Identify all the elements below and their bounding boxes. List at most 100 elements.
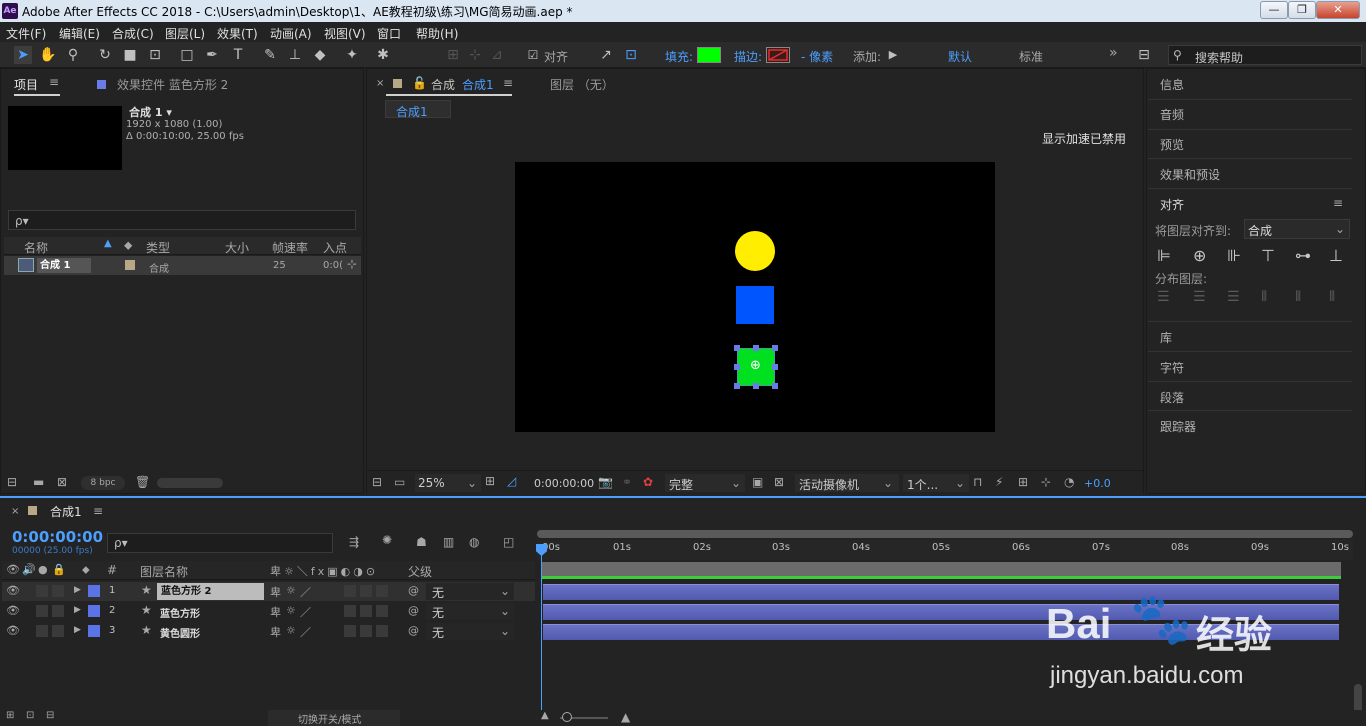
menu-window[interactable]: 窗口 xyxy=(377,25,401,42)
motion-blur-switch[interactable] xyxy=(344,625,356,637)
parent-select[interactable]: 无 ⌄ xyxy=(426,583,514,600)
world-axis-icon[interactable]: ⊹ xyxy=(466,46,484,64)
project-row-comp1[interactable]: 合成 1 合成 25 0:0( ⊹ xyxy=(4,256,361,275)
panel-align[interactable]: 对齐 xyxy=(1160,196,1184,213)
comp-name[interactable]: 合成 1 ▾ xyxy=(129,104,172,120)
adjustment-switch[interactable] xyxy=(360,605,372,617)
col-in[interactable]: 入点 xyxy=(323,239,347,256)
quality-switch-icon[interactable]: ／ xyxy=(300,604,311,620)
timeline-menu-icon[interactable]: ≡ xyxy=(93,504,103,518)
resolution-select[interactable]: 完整 ⌄ xyxy=(665,474,745,492)
time-ruler[interactable]: 00s 01s 02s 03s 04s 05s 06s 07s 08s 09s … xyxy=(537,540,1353,560)
lock-switch[interactable] xyxy=(52,585,64,597)
interpret-footage-icon[interactable]: ⊟ xyxy=(7,475,17,489)
toggle-pixel-aspect-icon[interactable]: ⊓ xyxy=(973,475,982,489)
layer-tab[interactable]: 图层 （无） xyxy=(550,76,614,93)
3d-switch[interactable] xyxy=(376,625,388,637)
layer-name[interactable]: 蓝色方形 2 xyxy=(157,583,264,600)
collapse-switch-icon[interactable]: ☼ xyxy=(286,604,296,617)
workspace-default[interactable]: 默认 xyxy=(948,48,972,65)
layer-name[interactable]: 黄色圆形 xyxy=(160,625,200,640)
lock-icon[interactable]: 🔓 xyxy=(412,76,427,90)
align-top-icon[interactable]: ⊤ xyxy=(1261,246,1275,265)
pen-tool-icon[interactable]: ✒ xyxy=(203,46,221,64)
snap-features-icon[interactable]: ⊡ xyxy=(622,46,640,64)
new-comp-icon[interactable]: ⊠ xyxy=(57,475,67,489)
fill-color-swatch[interactable] xyxy=(697,47,721,63)
layer-label-color[interactable] xyxy=(88,605,100,617)
distribute-bottom-icon[interactable]: ☰ xyxy=(1227,289,1240,305)
add-play-icon[interactable]: ▶ xyxy=(884,46,902,64)
project-search-input[interactable]: ρ▾ xyxy=(8,210,356,230)
zoom-out-icon[interactable]: ▲ xyxy=(541,710,549,721)
align-checkbox-icon[interactable]: ☑ xyxy=(524,46,542,64)
menu-edit[interactable]: 编辑(E) xyxy=(59,25,100,42)
handle-b[interactable] xyxy=(753,383,759,389)
camera-tool-icon[interactable]: ■ xyxy=(121,46,139,64)
close-button[interactable]: ✕ xyxy=(1316,1,1360,19)
panel-preview[interactable]: 预览 xyxy=(1160,136,1184,153)
zoom-slider-thumb[interactable] xyxy=(562,712,572,722)
visibility-eye-icon[interactable]: 👁 xyxy=(6,584,20,597)
distribute-top-icon[interactable]: ☰ xyxy=(1157,289,1170,305)
quality-switch-icon[interactable]: ／ xyxy=(300,584,311,600)
zoom-select[interactable]: 25% ⌄ xyxy=(415,474,481,492)
layer-row[interactable]: 👁 ▶ 2 ★ 蓝色方形 卑 ☼ ／ @ 无 ⌄ xyxy=(2,602,535,621)
text-tool-icon[interactable]: T xyxy=(229,46,247,64)
col-size[interactable]: 大小 xyxy=(225,239,249,256)
pickwhip-icon[interactable]: @ xyxy=(408,604,419,617)
comp-timecode[interactable]: 0:00:00:00 xyxy=(534,477,594,490)
minimize-button[interactable]: — xyxy=(1260,1,1288,19)
col-fps[interactable]: 帧速率 xyxy=(272,239,308,256)
zoom-tool-icon[interactable]: ⚲ xyxy=(64,46,82,64)
col-type[interactable]: 类型 xyxy=(146,239,170,256)
brush-tool-icon[interactable]: ✎ xyxy=(261,46,279,64)
collapse-switch-icon[interactable]: ☼ xyxy=(286,584,296,597)
layer-row[interactable]: 👁 ▶ 1 ★ 蓝色方形 2 卑 ☼ ／ @ 无 ⌄ xyxy=(2,582,535,601)
panel-character[interactable]: 字符 xyxy=(1160,359,1184,376)
frame-blending-icon[interactable]: ▥ xyxy=(443,535,454,549)
bpc-button[interactable]: 8 bpc xyxy=(81,476,125,490)
comp-subtab[interactable]: 合成1 xyxy=(385,100,451,119)
comp-tab-label[interactable]: 合成 xyxy=(431,76,455,93)
timeline-timecode[interactable]: 0:00:00:00 xyxy=(12,528,103,546)
green-square-layer-selected[interactable]: ⊕ xyxy=(734,345,778,389)
graph-editor-icon[interactable]: ◰ xyxy=(503,535,514,549)
mask-visibility-icon[interactable]: ◿ xyxy=(507,474,516,488)
rectangle-tool-icon[interactable]: □ xyxy=(178,46,196,64)
menu-composition[interactable]: 合成(C) xyxy=(112,25,154,42)
color-channels-icon[interactable]: ✿ xyxy=(643,475,653,489)
col-name[interactable]: 名称 xyxy=(24,239,48,256)
visibility-eye-icon[interactable]: 👁 xyxy=(6,624,20,637)
menu-layer[interactable]: 图层(L) xyxy=(165,25,205,42)
maximize-button[interactable]: ❐ xyxy=(1288,1,1316,19)
adjustment-switch[interactable] xyxy=(360,585,372,597)
clone-stamp-tool-icon[interactable]: ⊥ xyxy=(286,46,304,64)
parent-select[interactable]: 无 ⌄ xyxy=(426,603,514,620)
pickwhip-icon[interactable]: @ xyxy=(408,624,419,637)
project-menu-icon[interactable]: ≡ xyxy=(49,75,59,89)
col-layer-name[interactable]: 图层名称 xyxy=(140,563,188,580)
align-menu-icon[interactable]: ≡ xyxy=(1333,196,1343,210)
transfer-controls-icon[interactable]: ⊡ xyxy=(26,710,34,721)
layer-label-color[interactable] xyxy=(88,625,100,637)
handle-r[interactable] xyxy=(772,364,778,370)
zoom-in-icon[interactable]: ▲ xyxy=(621,710,630,724)
in-out-panes-icon[interactable]: ⊟ xyxy=(46,710,54,721)
close-tab-icon[interactable]: × xyxy=(11,506,19,517)
tab-effect-controls[interactable]: 效果控件 蓝色方形 2 xyxy=(117,76,228,93)
exposure-value[interactable]: +0.0 xyxy=(1084,477,1111,490)
trash-icon[interactable]: 🗑 xyxy=(135,475,150,489)
3d-switch[interactable] xyxy=(376,585,388,597)
rotate-tool-icon[interactable]: ↻ xyxy=(96,46,114,64)
align-vcenter-icon[interactable]: ⊶ xyxy=(1295,246,1311,265)
menu-effect[interactable]: 效果(T) xyxy=(217,25,258,42)
hand-tool-icon[interactable]: ✋ xyxy=(39,46,57,64)
camera-select[interactable]: 活动摄像机 ⌄ xyxy=(795,474,899,492)
comp-tab-name[interactable]: 合成1 xyxy=(462,76,494,93)
local-axis-icon[interactable]: ⊞ xyxy=(444,46,462,64)
timeline-search-input[interactable]: ρ▾ xyxy=(107,533,333,553)
eraser-tool-icon[interactable]: ◆ xyxy=(311,46,329,64)
layer-label-color[interactable] xyxy=(88,585,100,597)
col-parent[interactable]: 父级 xyxy=(408,563,432,580)
